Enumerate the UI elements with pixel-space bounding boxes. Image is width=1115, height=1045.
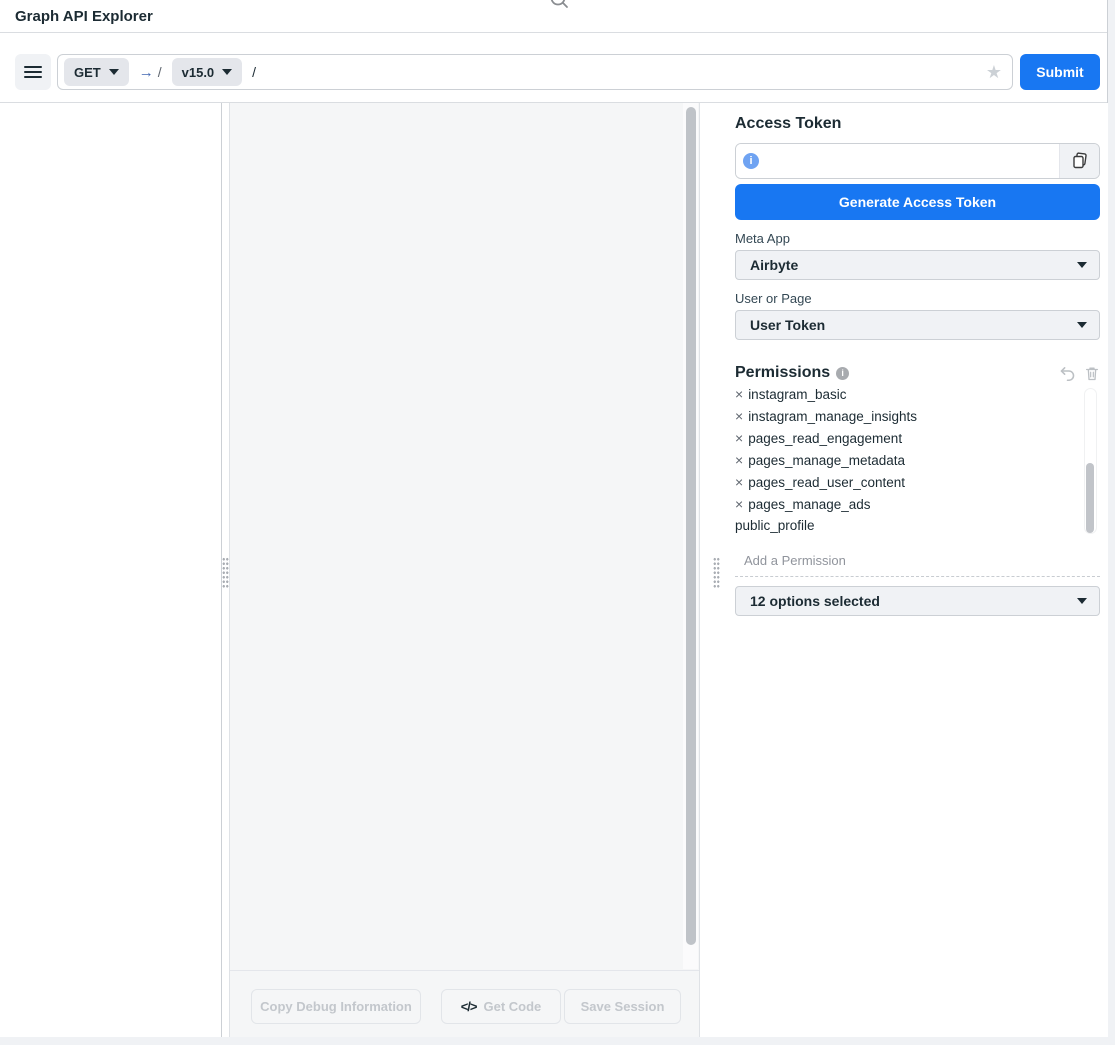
version-dropdown[interactable]: v15.0	[172, 58, 243, 86]
permission-item: × instagram_basic	[735, 386, 1100, 405]
permission-label: pages_read_user_content	[748, 475, 905, 490]
add-permission-input[interactable]	[744, 553, 1100, 568]
copy-icon	[1071, 152, 1089, 170]
trash-icon[interactable]	[1084, 365, 1100, 382]
response-panel: Copy Debug Information </> Get Code Save…	[229, 103, 700, 1037]
user-or-page-label: User or Page	[735, 291, 1100, 306]
undo-icon[interactable]	[1059, 365, 1076, 382]
permission-item: × instagram_manage_insights	[735, 405, 1100, 427]
access-token-heading: Access Token	[735, 115, 1100, 133]
remove-permission-icon[interactable]: ×	[735, 430, 743, 446]
code-icon: </>	[461, 999, 477, 1014]
add-permission-row	[735, 552, 1100, 577]
page-title: Graph API Explorer	[15, 8, 153, 25]
save-session-button[interactable]: Save Session	[564, 989, 681, 1024]
permission-item: × pages_read_engagement	[735, 427, 1100, 449]
main-scrollbar-track[interactable]	[683, 103, 698, 969]
main-scrollbar-thumb[interactable]	[686, 107, 696, 945]
content-region: Copy Debug Information </> Get Code Save…	[0, 103, 1108, 1037]
arrow-icon: →	[139, 64, 154, 81]
permissions-scrollbar-track[interactable]	[1084, 388, 1097, 534]
submit-button[interactable]: Submit	[1020, 54, 1100, 90]
get-code-button[interactable]: </> Get Code	[441, 989, 561, 1024]
chevron-down-icon	[1077, 598, 1087, 604]
favorite-star-icon[interactable]: ★	[986, 63, 1002, 81]
top-header: Graph API Explorer	[0, 0, 1107, 33]
get-code-label: Get Code	[484, 999, 542, 1014]
permissions-summary-select[interactable]: 12 options selected	[735, 586, 1100, 616]
meta-app-value: Airbyte	[750, 257, 1077, 273]
app-card: Graph API Explorer GET → / v15.0	[0, 0, 1108, 1037]
meta-app-label: Meta App	[735, 231, 1100, 246]
user-or-page-select[interactable]: User Token	[735, 310, 1100, 340]
copy-token-button[interactable]	[1059, 144, 1099, 178]
left-resize-handle[interactable]	[222, 557, 229, 589]
remove-permission-icon[interactable]: ×	[735, 452, 743, 468]
permission-label: pages_read_engagement	[748, 431, 902, 446]
access-token-field-row: i	[735, 143, 1100, 179]
generate-access-token-button[interactable]: Generate Access Token	[735, 184, 1100, 220]
remove-permission-icon[interactable]: ×	[735, 408, 743, 424]
permission-item: × pages_read_user_content	[735, 471, 1100, 493]
slash-separator: /	[158, 64, 162, 80]
permissions-heading: Permissions	[735, 364, 830, 382]
permission-item: × pages_manage_ads	[735, 493, 1100, 515]
permissions-scrollbar-thumb[interactable]	[1086, 463, 1094, 533]
search-icon[interactable]	[548, 0, 570, 11]
user-or-page-value: User Token	[750, 317, 1077, 333]
permission-item: public_profile	[735, 515, 1100, 536]
token-info-icon[interactable]: i	[743, 153, 759, 169]
permission-label: pages_manage_ads	[748, 497, 870, 512]
method-dropdown[interactable]: GET	[64, 58, 129, 86]
request-toolbar: GET → / v15.0 / ★ Submit	[0, 33, 1107, 103]
permission-label: instagram_basic	[748, 387, 846, 402]
menu-button[interactable]	[15, 54, 51, 90]
request-path-input[interactable]: /	[252, 64, 986, 80]
chevron-down-icon	[1077, 262, 1087, 268]
response-footer: Copy Debug Information </> Get Code Save…	[230, 970, 699, 1037]
graph-api-explorer-page: Graph API Explorer GET → / v15.0	[0, 0, 1115, 1045]
permissions-header: Permissions i	[735, 363, 1100, 383]
left-sidebar	[0, 103, 222, 1037]
remove-permission-icon[interactable]: ×	[735, 474, 743, 490]
remove-permission-icon[interactable]: ×	[735, 386, 743, 402]
permissions-rows: × instagram_basic × instagram_manage_insigh…	[735, 386, 1100, 536]
permissions-info-icon[interactable]: i	[836, 367, 849, 380]
version-label: v15.0	[182, 65, 215, 80]
permission-label: pages_manage_metadata	[748, 453, 905, 468]
method-label: GET	[74, 65, 101, 80]
permission-item: × pages_manage_metadata	[735, 449, 1100, 471]
permission-label: public_profile	[735, 518, 815, 533]
options-selected-label: 12 options selected	[750, 593, 1077, 609]
hamburger-icon	[24, 63, 42, 81]
access-token-input[interactable]	[759, 144, 1059, 178]
request-url-bar[interactable]: GET → / v15.0 / ★	[57, 54, 1013, 90]
chevron-down-icon	[1077, 322, 1087, 328]
copy-debug-button[interactable]: Copy Debug Information	[251, 989, 421, 1024]
access-token-input-wrap: i	[736, 144, 1059, 178]
permission-label: instagram_manage_insights	[748, 409, 917, 424]
permissions-list: × instagram_basic × instagram_manage_insigh…	[735, 386, 1100, 536]
token-panel: Access Token i Genera	[735, 103, 1108, 1037]
right-resize-handle[interactable]	[713, 557, 720, 589]
chevron-down-icon	[222, 69, 232, 75]
remove-permission-icon[interactable]: ×	[735, 496, 743, 512]
meta-app-select[interactable]: Airbyte	[735, 250, 1100, 280]
chevron-down-icon	[109, 69, 119, 75]
